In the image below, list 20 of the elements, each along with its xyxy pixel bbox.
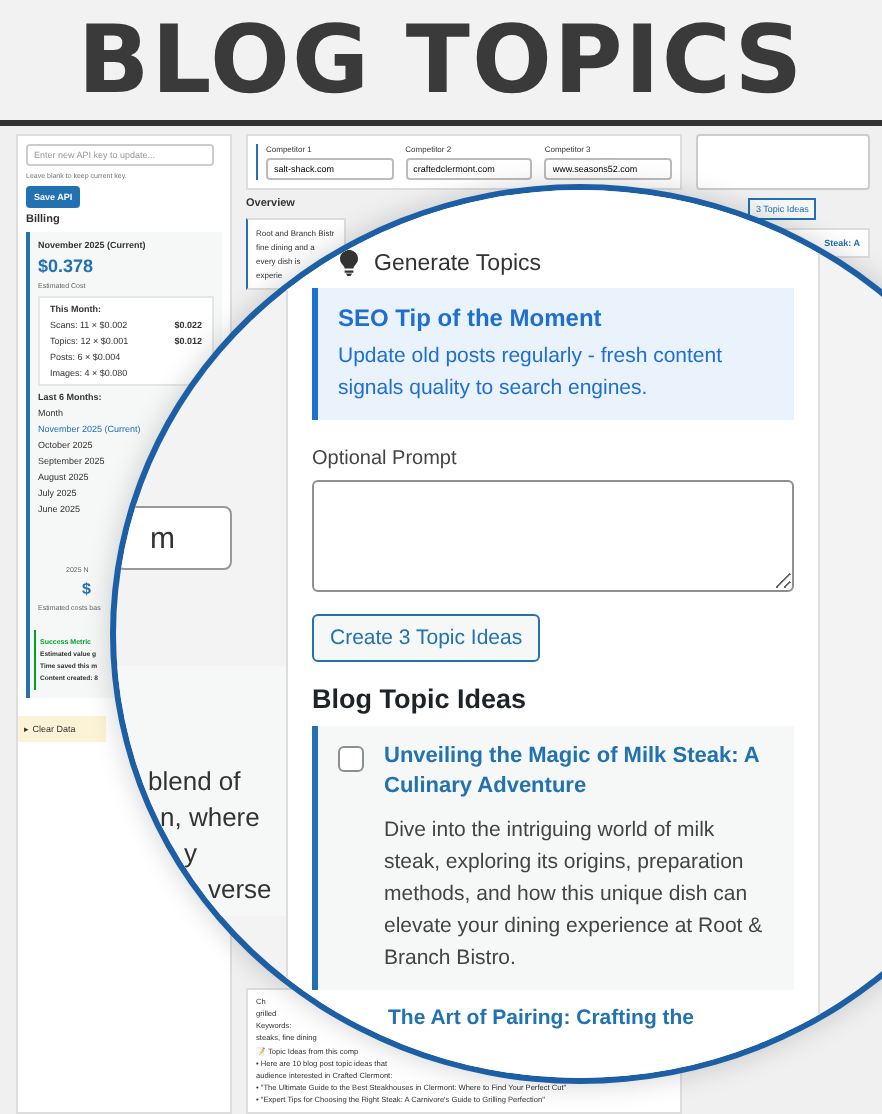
summary-value: $: [80, 580, 93, 598]
prompt-field[interactable]: [312, 480, 794, 592]
create-ideas-button[interactable]: Create 3 Topic Ideas: [312, 614, 541, 662]
lightbulb-icon: [340, 250, 358, 276]
text-line: n, where: [158, 802, 262, 832]
text-line: verse: [206, 874, 274, 904]
prompt-field[interactable]: [696, 134, 870, 190]
topic-title[interactable]: Unveiling the Magic of Milk Steak: A Culinary Adventure: [384, 742, 774, 802]
checkbox[interactable]: [338, 746, 364, 772]
text-line: y: [182, 838, 199, 868]
topic-title[interactable]: The Art of Pairing: Crafting the: [388, 1004, 695, 1034]
section-heading: Blog Topic Ideas: [312, 684, 529, 714]
tip-title: SEO Tip of the Moment: [338, 304, 604, 332]
banner-title: BLOG TOPICS: [77, 5, 805, 115]
field-label: Optional Prompt: [312, 448, 459, 470]
text-line: blend of: [146, 766, 243, 796]
cost-amount: $0.378: [38, 256, 96, 276]
topic-description: Dive into the intriguing world of milk steak, exploring its origins, preparation methods, and how this unique dish can elevate your dining experience at Root & Branch Bistro.: [384, 816, 765, 974]
tip-text: Update old posts regularly - fresh content signals quality to search engines.: [338, 342, 725, 404]
panel-title: Generate Topics: [374, 251, 542, 275]
